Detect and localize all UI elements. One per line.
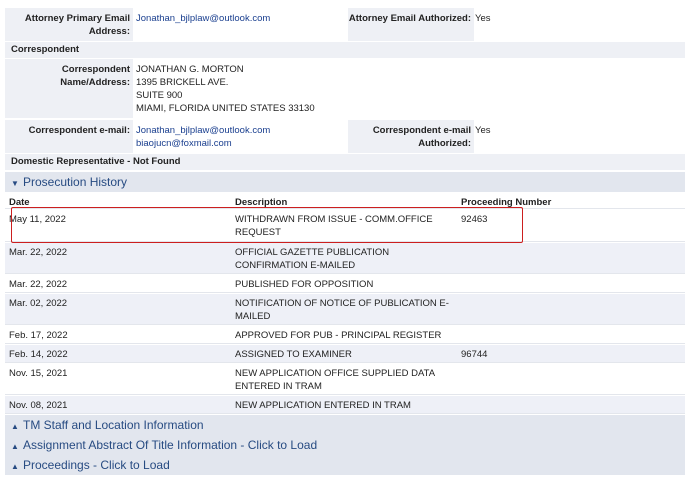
address-line: MIAMI, FLORIDA UNITED STATES 33130: [136, 103, 315, 114]
correspondent-email-label: Correspondent e-mail:: [5, 120, 133, 153]
table-row: Mar. 02, 2022 NOTIFICATION OF NOTICE OF …: [5, 294, 685, 325]
attorney-email-row: Attorney Primary Email Address: Jonathan…: [5, 8, 685, 41]
row-description: ASSIGNED TO EXAMINER: [235, 349, 352, 360]
row-date: Feb. 17, 2022: [9, 330, 68, 341]
row-proceeding-number: [461, 396, 561, 399]
triangle-right-icon: ▲: [11, 442, 19, 451]
row-date: Mar. 22, 2022: [9, 247, 68, 258]
row-description: PUBLISHED FOR OPPOSITION: [235, 279, 374, 290]
correspondent-address-row: Correspondent Name/Address: JONATHAN G. …: [5, 59, 685, 118]
highlight-box: [11, 207, 523, 243]
table-row: Nov. 15, 2021 NEW APPLICATION OFFICE SUP…: [5, 364, 685, 395]
correspondent-email-link[interactable]: Jonathan_bjlplaw@outlook.com: [136, 124, 270, 137]
row-description: OFFICIAL GAZETTE PUBLICATION CONFIRMATIO…: [235, 247, 390, 271]
row-proceeding-number: [461, 364, 561, 367]
correspondent-email-row: Correspondent e-mail: Jonathan_bjlplaw@o…: [5, 120, 685, 153]
correspondent-emails: Jonathan_bjlplaw@outlook.com biaojucn@fo…: [136, 120, 270, 150]
row-proceeding-number: [461, 243, 561, 246]
row-date: Nov. 08, 2021: [9, 400, 68, 411]
tm-staff-location-header[interactable]: ▲ TM Staff and Location Information: [5, 415, 685, 435]
row-proceeding-number: [461, 275, 561, 278]
triangle-down-icon: ▼: [11, 179, 19, 188]
row-proceeding-number: 96744: [461, 349, 488, 360]
correspondent-email-authorized-value: Yes: [475, 125, 491, 136]
address-line: 1395 BRICKELL AVE.: [136, 77, 229, 88]
domestic-representative-label: Domestic Representative - Not Found: [5, 154, 685, 170]
correspondent-section-label: Correspondent: [5, 42, 685, 58]
triangle-right-icon: ▲: [11, 462, 19, 471]
trademark-status-page: Attorney Primary Email Address: Jonathan…: [5, 0, 685, 475]
prosecution-history-header[interactable]: ▼ Prosecution History: [5, 172, 685, 192]
assignment-abstract-header[interactable]: ▲ Assignment Abstract Of Title Informatio…: [5, 435, 685, 455]
proceedings-header[interactable]: ▲ Proceedings - Click to Load: [5, 455, 685, 475]
tm-staff-location-title: TM Staff and Location Information: [23, 418, 204, 432]
table-row: Nov. 08, 2021 NEW APPLICATION ENTERED IN…: [5, 396, 685, 414]
prosecution-history-title: Prosecution History: [23, 175, 128, 189]
table-row: Feb. 14, 2022 ASSIGNED TO EXAMINER 96744: [5, 345, 685, 363]
row-proceeding-number: [461, 326, 561, 329]
table-row: Mar. 22, 2022 OFFICIAL GAZETTE PUBLICATI…: [5, 243, 685, 274]
correspondent-email-authorized-label: Correspondent e-mail Authorized:: [348, 120, 474, 153]
row-date: Mar. 02, 2022: [9, 298, 68, 309]
row-description: NEW APPLICATION OFFICE SUPPLIED DATA ENT…: [235, 368, 435, 392]
correspondent-name-label: Correspondent Name/Address:: [5, 59, 133, 118]
address-line: SUITE 900: [136, 90, 183, 101]
row-description: APPROVED FOR PUB - PRINCIPAL REGISTER: [235, 330, 442, 341]
row-proceeding-number: [461, 294, 561, 297]
attorney-email-link[interactable]: Jonathan_bjlplaw@outlook.com: [136, 8, 270, 25]
attorney-email-label: Attorney Primary Email Address:: [5, 8, 133, 41]
row-date: Feb. 14, 2022: [9, 349, 68, 360]
address-line: JONATHAN G. MORTON: [136, 64, 244, 75]
table-row: Feb. 17, 2022 APPROVED FOR PUB - PRINCIP…: [5, 326, 685, 344]
table-row: Mar. 22, 2022 PUBLISHED FOR OPPOSITION: [5, 275, 685, 293]
row-date: Mar. 22, 2022: [9, 279, 68, 290]
correspondent-email-link[interactable]: biaojucn@foxmail.com: [136, 137, 270, 150]
row-date: Nov. 15, 2021: [9, 368, 68, 379]
triangle-right-icon: ▲: [11, 422, 19, 431]
attorney-email-authorized-label: Attorney Email Authorized:: [348, 8, 474, 41]
correspondent-address: JONATHAN G. MORTON 1395 BRICKELL AVE. SU…: [136, 59, 315, 115]
assignment-abstract-title: Assignment Abstract Of Title Information…: [23, 438, 318, 452]
row-description: NEW APPLICATION ENTERED IN TRAM: [235, 400, 411, 411]
row-description: NOTIFICATION OF NOTICE OF PUBLICATION E-…: [235, 298, 449, 322]
attorney-email-authorized-value: Yes: [475, 13, 491, 24]
